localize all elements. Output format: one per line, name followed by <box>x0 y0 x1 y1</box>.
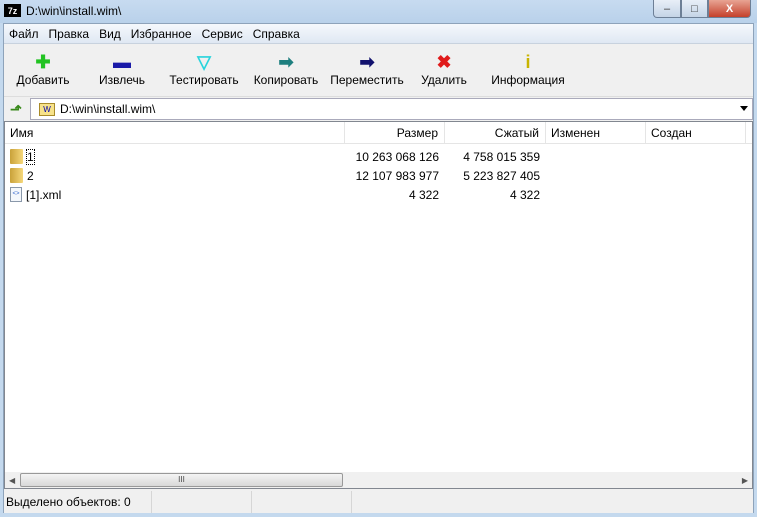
scroll-right-icon[interactable]: ▶ <box>742 476 748 485</box>
main-window: Файл Правка Вид Избранное Сервис Справка… <box>3 23 754 513</box>
copy-arrow-icon: ➡ <box>278 51 294 72</box>
toolbar-button-minus[interactable]: ▬ Извлечь <box>82 45 162 96</box>
info-icon: i <box>525 51 531 72</box>
menu-favorites[interactable]: Избранное <box>126 27 197 41</box>
status-selected: Выделено объектов: 0 <box>4 491 152 513</box>
toolbar-button-info[interactable]: i Информация <box>480 45 576 96</box>
file-list[interactable]: Имя Размер Сжатый Изменен Создан 1 10 26… <box>4 121 753 473</box>
item-name: 1 <box>26 148 35 165</box>
item-packed: 4 322 <box>509 187 540 202</box>
table-row[interactable]: 1 10 263 068 126 4 758 015 359 <box>5 147 750 166</box>
move-arrow-icon: ➡ <box>359 51 375 72</box>
column-size[interactable]: Размер <box>345 122 445 144</box>
status-panel-2 <box>152 491 252 513</box>
item-size: 12 107 983 977 <box>355 168 439 183</box>
minimize-button[interactable]: – <box>653 0 681 18</box>
folder-icon <box>10 168 23 183</box>
toolbar-label: Извлечь <box>98 73 145 87</box>
toolbar-label: Копировать <box>253 73 319 87</box>
plus-icon: ✚ <box>35 51 51 72</box>
column-modified[interactable]: Изменен <box>546 122 646 144</box>
folder-icon <box>10 149 23 164</box>
column-packed[interactable]: Сжатый <box>445 122 546 144</box>
item-size: 4 322 <box>408 187 439 202</box>
status-panel-3 <box>252 491 352 513</box>
horizontal-scrollbar[interactable]: ◀ III ▶ <box>4 472 753 489</box>
toolbar-button-check[interactable]: ▽ Тестировать <box>162 45 246 96</box>
item-name: 2 <box>27 168 34 183</box>
menu-file[interactable]: Файл <box>4 27 44 41</box>
minus-icon: ▬ <box>113 51 131 72</box>
address-path: D:\win\install.wim\ <box>60 102 156 116</box>
maximize-button[interactable]: □ <box>681 0 708 18</box>
status-bar: Выделено объектов: 0 <box>4 491 753 513</box>
check-icon: ▽ <box>197 51 211 72</box>
table-row[interactable]: <> [1].xml 4 322 4 322 <box>5 185 750 204</box>
scroll-thumb[interactable]: III <box>20 473 343 487</box>
close-button[interactable]: X <box>708 0 751 18</box>
item-packed: 5 223 827 405 <box>463 168 540 183</box>
window-title: D:\win\install.wim\ <box>26 4 122 18</box>
item-name: [1].xml <box>26 187 62 202</box>
column-name[interactable]: Имя <box>5 122 345 144</box>
up-folder-button[interactable]: ⬏ <box>4 99 28 121</box>
toolbar-button-copy-arrow[interactable]: ➡ Копировать <box>246 45 326 96</box>
menu-bar: Файл Правка Вид Избранное Сервис Справка <box>4 24 753 44</box>
column-header: Имя Размер Сжатый Изменен Создан <box>5 122 752 144</box>
toolbar-button-delete[interactable]: ✖ Удалить <box>408 45 480 96</box>
menu-help[interactable]: Справка <box>248 27 305 41</box>
toolbar-label: Добавить <box>16 73 70 87</box>
item-size: 10 263 068 126 <box>355 149 439 164</box>
toolbar-label: Переместить <box>330 73 404 87</box>
scroll-left-icon[interactable]: ◀ <box>9 476 15 485</box>
item-packed: 4 758 015 359 <box>463 149 540 164</box>
toolbar-label: Тестировать <box>169 73 239 87</box>
address-bar: ⬏ W D:\win\install.wim\ <box>4 98 753 121</box>
title-bar: 7z D:\win\install.wim\ – □ X <box>0 0 757 23</box>
toolbar-label: Информация <box>491 73 565 87</box>
toolbar: ✚ Добавить ▬ Извлечь ▽ Тестировать ➡ Копировать… <box>4 45 753 97</box>
toolbar-label: Удалить <box>421 73 467 87</box>
archive-icon: W <box>39 102 55 116</box>
app-icon: 7z <box>4 4 21 17</box>
address-input[interactable]: W D:\win\install.wim\ <box>30 98 753 120</box>
table-row[interactable]: 2 12 107 983 977 5 223 827 405 <box>5 166 750 185</box>
delete-icon: ✖ <box>436 51 452 72</box>
toolbar-button-move-arrow[interactable]: ➡ Переместить <box>326 45 408 96</box>
xml-file-icon: <> <box>10 187 22 202</box>
menu-tools[interactable]: Сервис <box>197 27 248 41</box>
folder-up-icon: ⬏ <box>10 101 22 117</box>
menu-edit[interactable]: Правка <box>44 27 95 41</box>
column-created[interactable]: Создан <box>646 122 746 144</box>
menu-view[interactable]: Вид <box>94 27 126 41</box>
dropdown-arrow-icon[interactable] <box>740 106 748 111</box>
toolbar-button-plus[interactable]: ✚ Добавить <box>4 45 82 96</box>
